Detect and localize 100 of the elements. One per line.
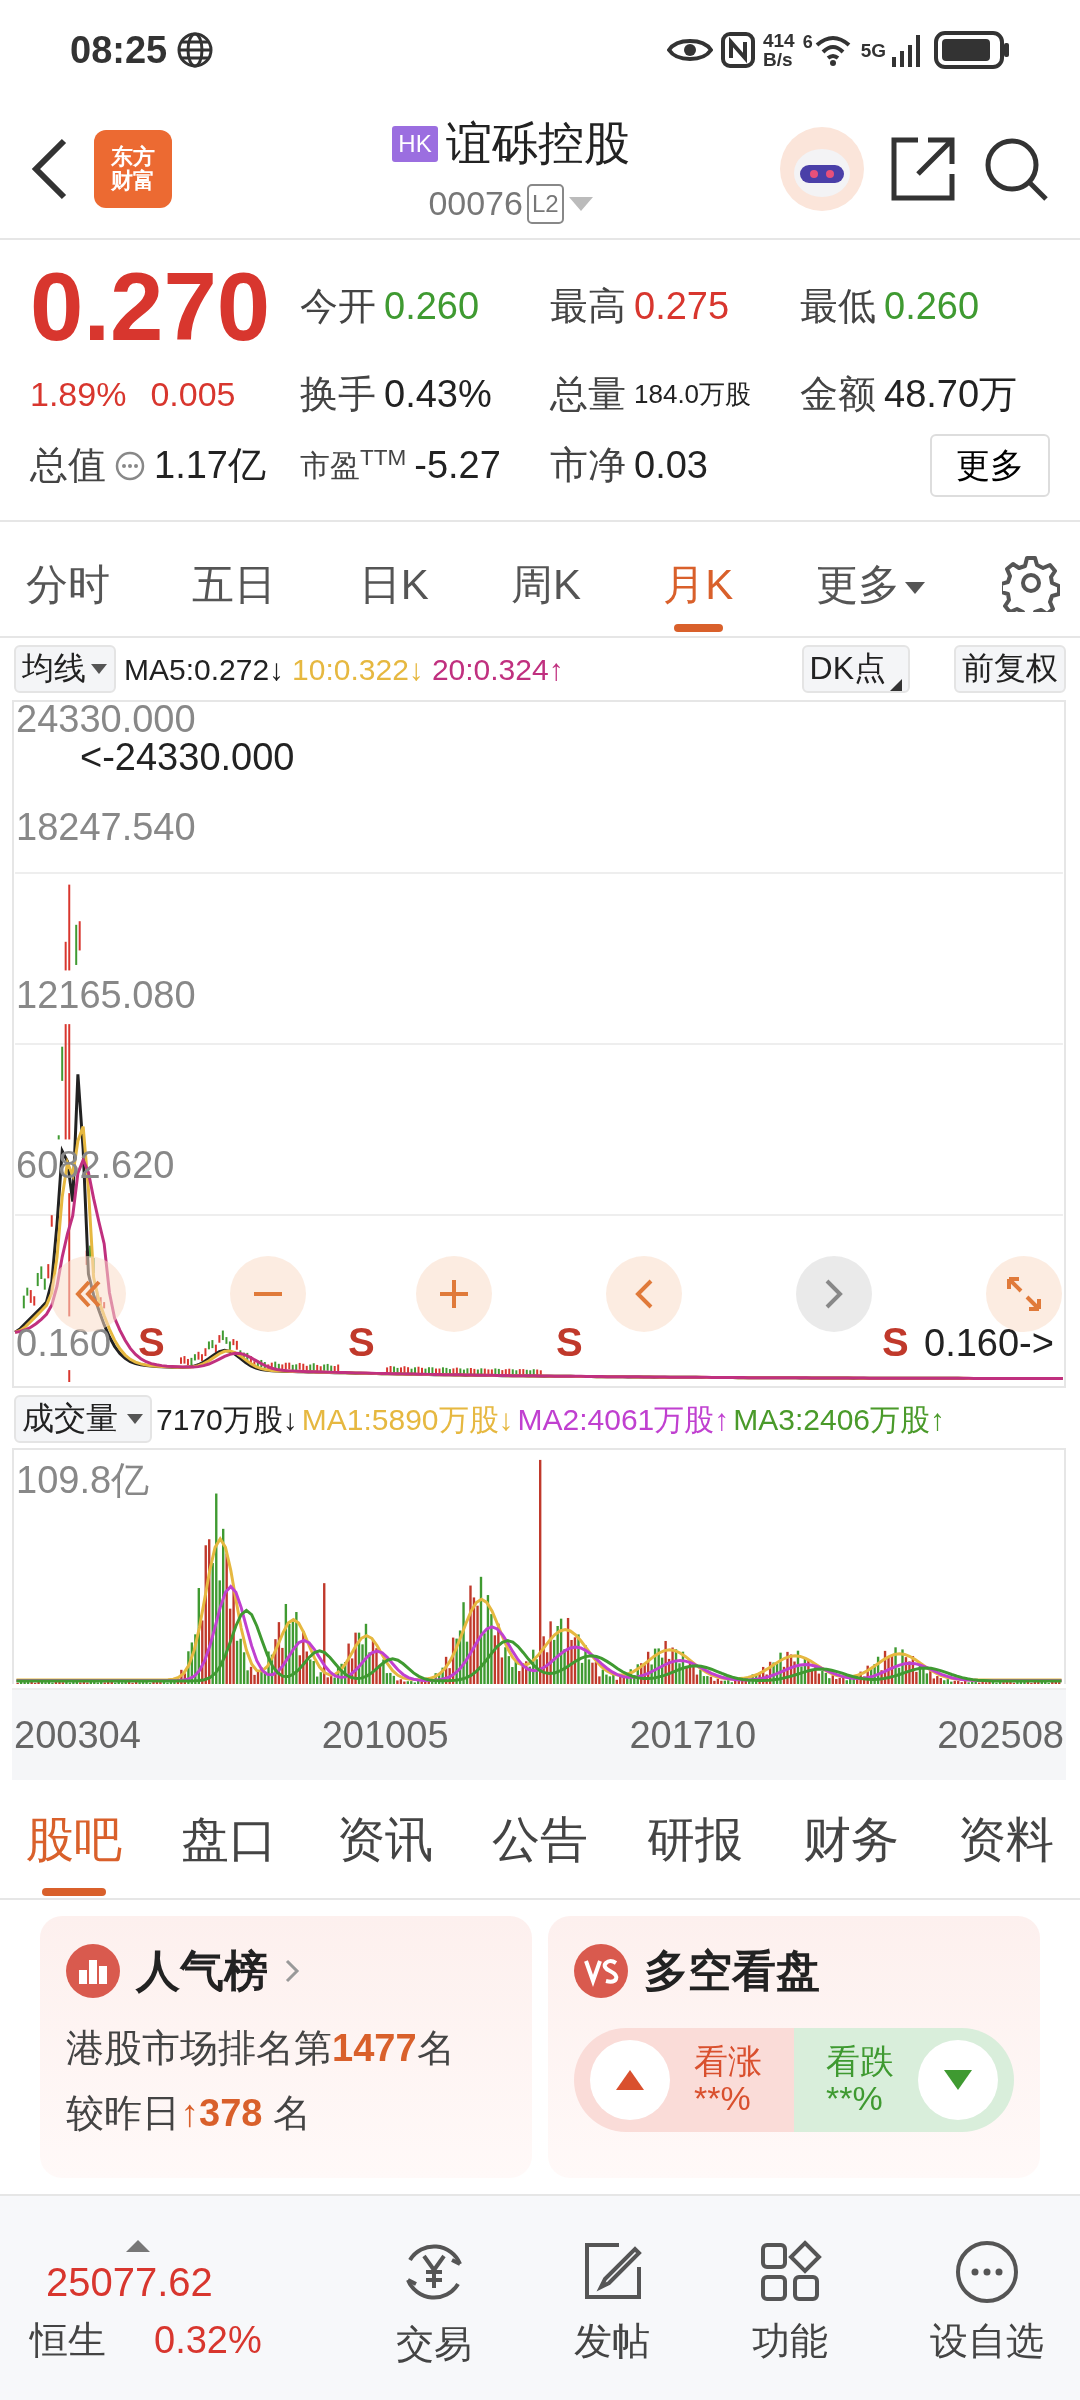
stat-value: 184.0万股 [634,378,752,411]
sell-signal: S [556,1322,583,1362]
volume-ma-value: MA3:2406万股↑ [733,1401,946,1438]
stat-label: 最高 [550,284,626,330]
axis-label: 24330.000 [16,700,196,738]
index-value[interactable]: 25077.62 [30,2251,300,2312]
change-percent: 1.89% [30,374,127,415]
section-tab[interactable]: 公告 [486,1804,594,1898]
section-tab[interactable]: 资料 [951,1804,1060,1898]
rewind-icon [75,1280,101,1308]
rank-change-text: 较昨日↑378 名 [66,2091,312,2136]
period-tab[interactable]: 日K [352,553,435,636]
stat-label: 换手 [300,372,376,417]
indicator-dropdown[interactable]: 均线 [14,645,116,693]
max-price-marker: <-24330.000 [80,738,295,776]
min-price-marker: 0.160-> [924,1324,1054,1362]
settings-icon[interactable] [1001,554,1060,612]
period-tab[interactable]: 分时 [20,553,116,636]
candlestick [57,1134,60,1141]
section-tab[interactable]: 股吧 [20,1804,128,1898]
level-badge: L2 [526,183,564,224]
clock-time: 08:25 [70,27,168,73]
rank-text: 港股市场排名第1477名 [66,2026,456,2071]
stat-value: 1.17亿 [154,443,266,489]
stat-label: 今开 [300,284,376,330]
date-label: 201005 [321,1712,449,1758]
app-logo: 东方 财富 [94,130,172,208]
date-label: 200304 [14,1712,141,1758]
robot-avatar[interactable] [780,127,864,211]
market-badge: HK [392,125,438,162]
axis-label: 18247.540 [16,808,196,846]
stat-value: 0.275 [634,284,730,330]
stat-label: 总量 [550,372,626,417]
axis-label: 0.160 [16,1324,112,1362]
stat-value: 0.260 [884,284,980,330]
triangle-down-icon [943,2069,973,2091]
caret-down-icon [903,580,926,595]
date-label: 202508 [937,1712,1064,1758]
zoom-out-icon [254,1292,282,1296]
card-title: 多空看盘 [644,1945,820,1997]
caret-down-icon [90,663,108,675]
volume-dropdown[interactable]: 成交量 [14,1395,152,1443]
period-tab[interactable]: 五日 [186,553,283,636]
network-label: 5G [860,40,886,60]
period-tab[interactable]: 更多 [809,553,932,636]
index-change[interactable]: 0.32% [154,2311,262,2369]
popularity-card[interactable]: 人气榜 港股市场排名第1477名 较昨日↑378 名 [40,1916,532,2178]
dk-button[interactable]: DK点 [801,645,910,693]
corner-icon [890,678,902,691]
stat-value: 0.260 [384,284,480,330]
caret-up-icon[interactable] [126,2239,150,2252]
info-icon[interactable] [114,449,146,482]
nav-item[interactable]: 功能 [746,2237,834,2371]
candlestick [68,1369,71,1383]
wifi-label: 6 [802,33,813,51]
sell-signal: S [348,1322,375,1362]
stock-code: 00076 [428,183,523,224]
nav-item[interactable]: 发帖 [568,2237,656,2371]
adjust-button[interactable]: 前复权 [954,645,1066,693]
section-tab[interactable]: 盘口 [175,1804,284,1898]
podium-icon [66,1944,120,1998]
battery-icon [934,31,1010,69]
triangle-up-icon [615,2069,645,2091]
ma-value: 20:0.324↑ [431,651,564,688]
last-price: 0.270 [30,258,272,355]
change-amount: 0.005 [150,374,236,415]
more-icon [954,2238,1020,2305]
stat-label: 市盈$^{TTM}$ [300,444,407,485]
index-name[interactable]: 恒生 [30,2311,106,2369]
caret-down-icon [126,1413,144,1425]
more-button[interactable]: 更多 [930,434,1050,498]
nav-item[interactable]: 设自选 [924,2237,1050,2371]
section-tab[interactable]: 资讯 [330,1804,439,1898]
sell-signal: S [138,1322,165,1362]
section-tab[interactable]: 财务 [796,1804,905,1898]
zoom-in-icon [440,1280,468,1308]
section-tab[interactable]: 研报 [641,1804,750,1898]
candlestick [50,1214,53,1228]
expand-icon [1007,1277,1041,1311]
speed-value: 414 [762,31,795,50]
stat-label: 最低 [800,284,876,330]
stat-label: 总值 [30,443,106,489]
card-title: 人气榜 [136,1945,268,1997]
sell-signal: S [882,1322,909,1362]
stat-value: 48.70万 [884,372,1018,417]
stat-label: 金额 [800,372,876,417]
period-tab[interactable]: 月K [657,553,740,636]
volume-max-label: 109.8亿 [16,1458,150,1503]
stat-value: 0.43% [384,372,492,417]
volume-ma-value: MA2:4061万股↑ [517,1401,730,1438]
ma-value: 10:0.322↓ [292,651,424,688]
nav-item[interactable]: 交易 [390,2234,478,2374]
date-label: 201710 [629,1712,757,1758]
axis-label: 12165.080 [16,976,196,1014]
chevron-right-icon [284,1958,300,1984]
nfc-icon [720,32,755,68]
speed-unit: B/s [762,50,794,69]
volume-ma-value: MA1:5890万股↓ [301,1401,514,1438]
stat-label: 市净 [550,443,626,489]
period-tab[interactable]: 周K [504,553,587,636]
